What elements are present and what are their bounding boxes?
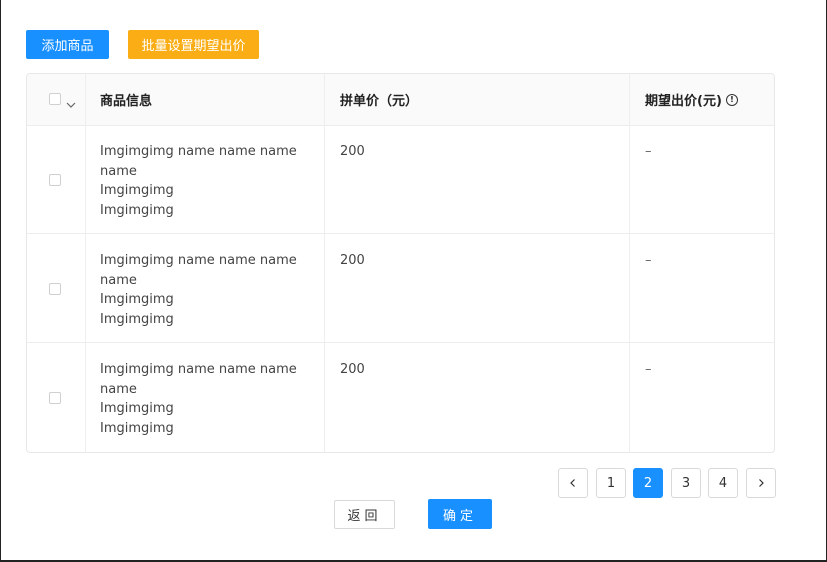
- page-button-1[interactable]: 1: [596, 468, 626, 498]
- product-name-line: Imgimgimg: [100, 420, 174, 436]
- product-name-line: Imgimgimg name name name: [100, 144, 297, 159]
- row-checkbox[interactable]: [49, 392, 61, 404]
- product-info-cell: Imgimgimg name name name name Imgimgimg …: [100, 251, 300, 329]
- page-button-2-current[interactable]: 2: [633, 468, 663, 498]
- expected-price-cell: –: [645, 362, 652, 377]
- header-product-info: 商品信息: [100, 94, 153, 109]
- page-button-4[interactable]: 4: [708, 468, 738, 498]
- prev-page-button[interactable]: [558, 468, 588, 498]
- chevron-left-icon: [570, 479, 575, 487]
- product-name-line: Imgimgimg name name name: [100, 253, 297, 268]
- chevron-down-icon[interactable]: [66, 100, 76, 110]
- product-name-line: name: [100, 272, 137, 288]
- table-row: Imgimgimg name name name name Imgimgimg …: [27, 234, 774, 343]
- expected-price-cell: –: [645, 253, 652, 268]
- group-price-cell: 200: [340, 253, 365, 268]
- product-info-cell: Imgimgimg name name name name Imgimgimg …: [100, 360, 300, 438]
- add-product-button[interactable]: 添加商品: [26, 30, 109, 59]
- chevron-right-icon: [759, 479, 764, 487]
- header-group-price: 拼单价（元）: [340, 94, 419, 109]
- product-name-line: Imgimgimg: [100, 401, 174, 416]
- info-circle-icon[interactable]: !: [725, 93, 738, 106]
- group-price-cell: 200: [340, 362, 365, 377]
- product-table: 商品信息 拼单价（元） 期望出价(元) ! Imgimgimg name nam…: [26, 73, 775, 453]
- header-expected-price: 期望出价(元) !: [645, 74, 738, 125]
- table-row: Imgimgimg name name name name Imgimgimg …: [27, 125, 774, 234]
- product-name-line: Imgimgimg: [100, 183, 174, 198]
- expected-price-cell: –: [645, 144, 652, 159]
- confirm-button[interactable]: 确定: [428, 499, 492, 529]
- product-name-line: name: [100, 163, 137, 179]
- product-name-line: name: [100, 381, 137, 397]
- batch-set-expected-price-button[interactable]: 批量设置期望出价: [128, 30, 259, 59]
- product-name-line: Imgimgimg: [100, 311, 174, 327]
- product-name-line: Imgimgimg: [100, 202, 174, 218]
- page-button-3[interactable]: 3: [671, 468, 701, 498]
- select-all-checkbox[interactable]: [49, 93, 61, 105]
- product-name-line: Imgimgimg: [100, 292, 174, 307]
- group-price-cell: 200: [340, 144, 365, 159]
- back-button[interactable]: 返回: [334, 500, 395, 529]
- product-info-cell: Imgimgimg name name name name Imgimgimg …: [100, 142, 300, 220]
- header-expected-price-label: 期望出价(元): [645, 94, 722, 109]
- product-name-line: Imgimgimg name name name: [100, 362, 297, 377]
- row-checkbox[interactable]: [49, 283, 61, 295]
- table-row: Imgimgimg name name name name Imgimgimg …: [27, 343, 774, 452]
- row-checkbox[interactable]: [49, 174, 61, 186]
- next-page-button[interactable]: [746, 468, 776, 498]
- table-header: 商品信息 拼单价（元） 期望出价(元) !: [27, 74, 774, 126]
